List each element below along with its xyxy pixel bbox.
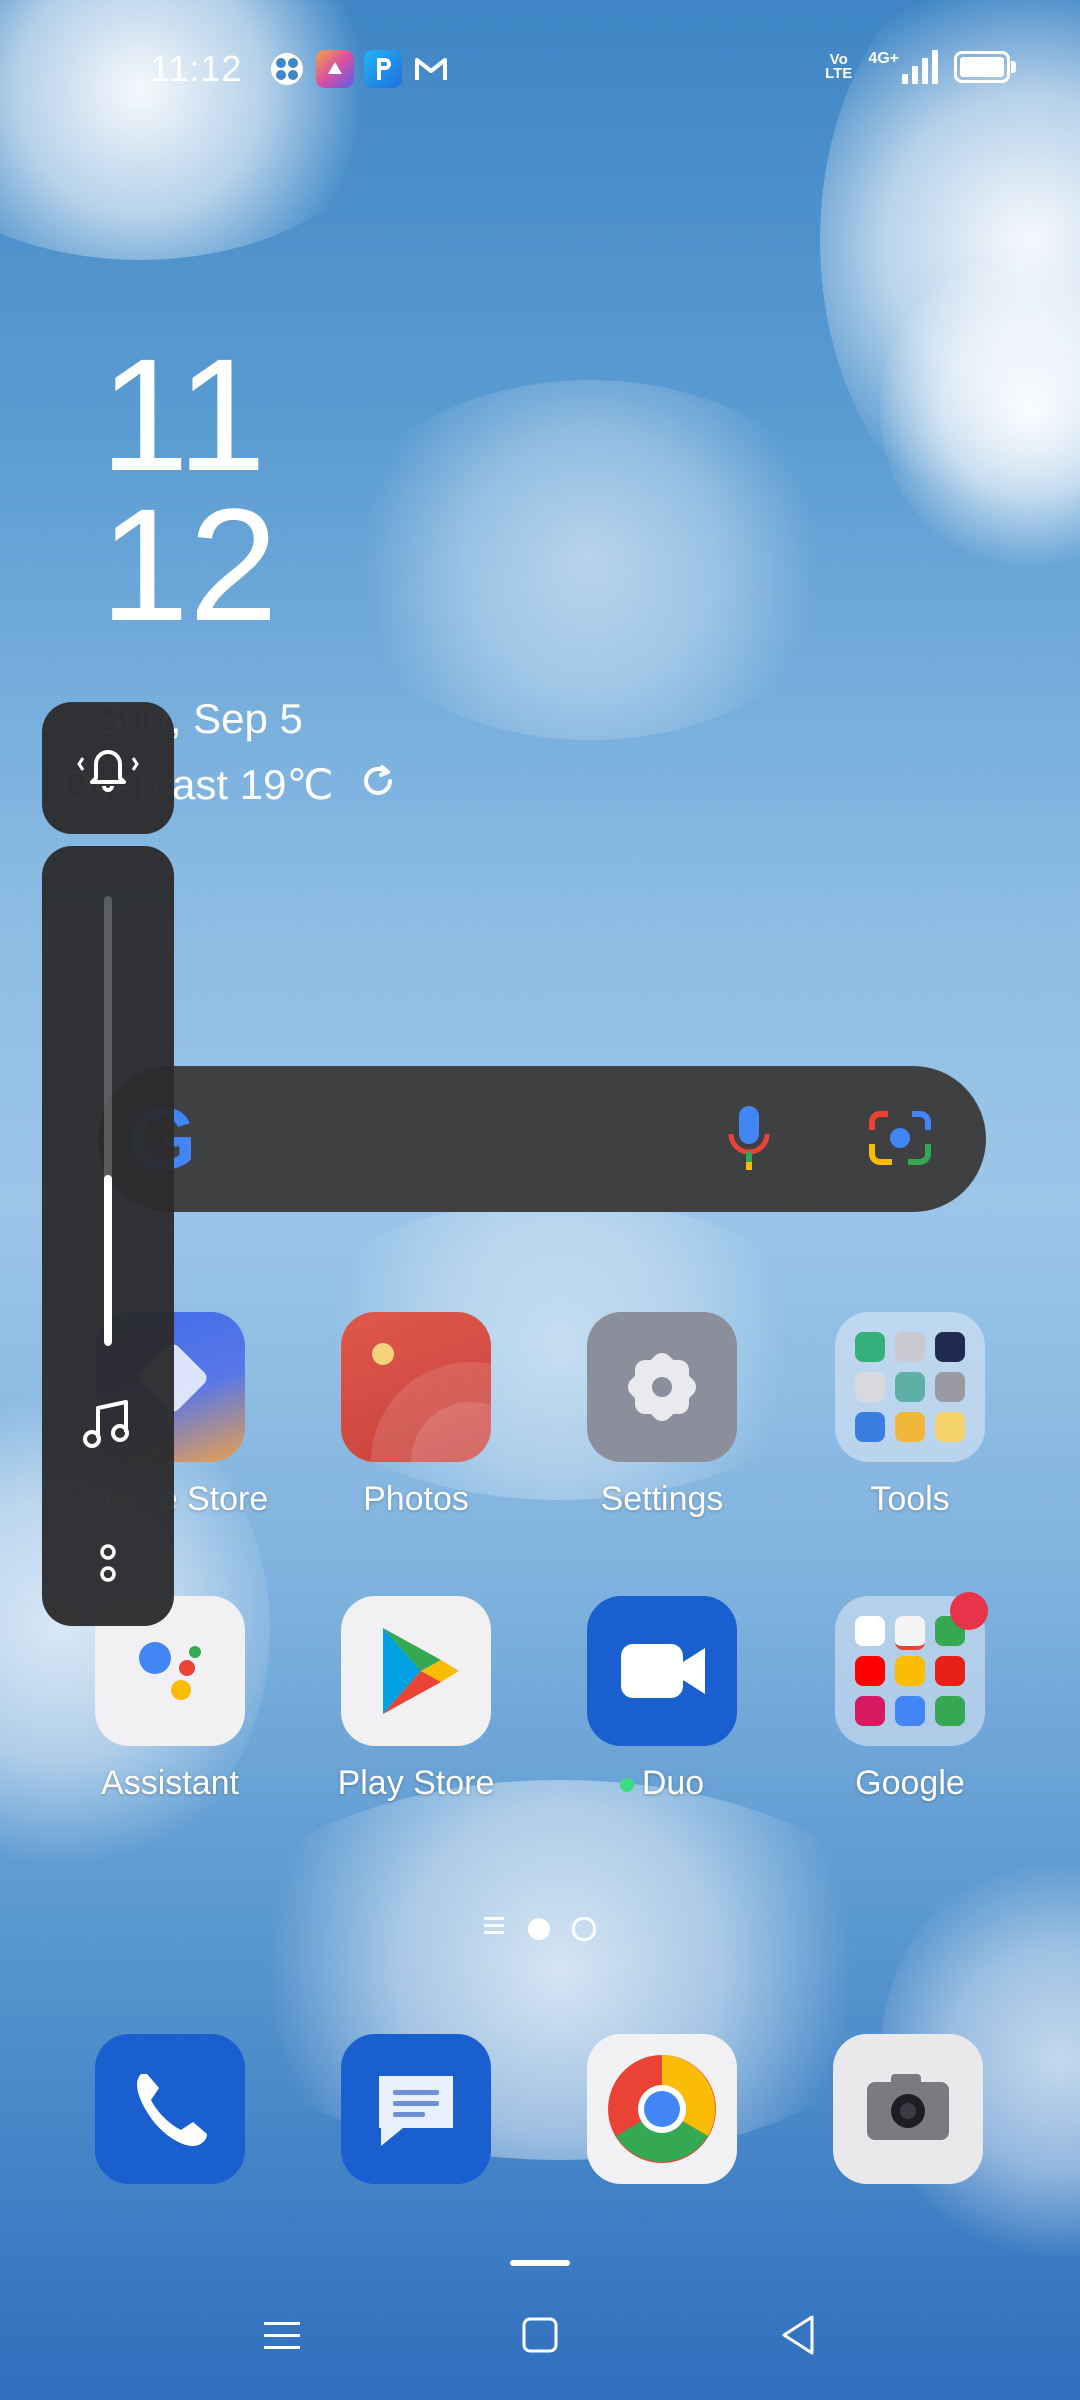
clock-widget[interactable]: 11 12: [100, 325, 278, 654]
app-label: Assistant: [101, 1764, 239, 1802]
signal-icon: [902, 50, 938, 84]
app-label: Play Store: [337, 1764, 495, 1802]
chrome-icon[interactable]: [587, 2034, 737, 2184]
tools-folder-icon: [835, 1312, 985, 1462]
vibrate-bell-icon: [73, 736, 143, 801]
lens-icon[interactable]: [868, 1108, 932, 1173]
recents-icon[interactable]: [262, 2318, 302, 2359]
phone-icon[interactable]: [95, 2034, 245, 2184]
refresh-icon[interactable]: [360, 761, 396, 809]
app-label: Photos: [363, 1480, 469, 1518]
app-tools-folder[interactable]: Tools: [800, 1312, 1020, 1519]
music-note-icon[interactable]: [80, 1396, 136, 1457]
battery-icon: [954, 51, 1016, 83]
page-dot[interactable]: [572, 1916, 596, 1941]
app-label: Duo: [552, 1764, 772, 1803]
page-indicator[interactable]: [482, 1915, 596, 1942]
status-right: Vo LTE 4G+: [825, 50, 1016, 84]
app-google-folder[interactable]: Google: [800, 1596, 1020, 1803]
app-settings[interactable]: Settings: [552, 1312, 772, 1519]
duo-icon: [587, 1596, 737, 1746]
app-drawer-list-icon[interactable]: [482, 1915, 506, 1942]
settings-icon: [587, 1312, 737, 1462]
paytm-icon: [364, 50, 402, 88]
network-type: 4G+: [868, 50, 899, 67]
app-label: Settings: [600, 1480, 724, 1518]
google-search-bar[interactable]: G: [98, 1066, 986, 1212]
app-photos[interactable]: Photos: [306, 1312, 526, 1519]
more-options-icon[interactable]: [96, 1542, 120, 1591]
app-label: Tools: [870, 1480, 950, 1518]
home-icon[interactable]: [520, 2315, 560, 2360]
app-duo[interactable]: Duo: [552, 1596, 772, 1803]
clock-minute: 12: [100, 475, 278, 654]
back-icon[interactable]: [778, 2313, 818, 2362]
pinwheel-icon: [268, 50, 306, 88]
volume-slider[interactable]: [104, 896, 112, 1346]
photo-app-icon: [316, 50, 354, 88]
clock-hour: 11: [100, 325, 267, 504]
online-dot: [619, 1778, 634, 1793]
volume-panel[interactable]: [42, 846, 174, 1626]
app-label: Google: [855, 1764, 965, 1802]
gmail-icon: [412, 50, 450, 88]
app-play-store[interactable]: Play Store: [306, 1596, 526, 1803]
notification-icons: [268, 50, 450, 88]
ringer-mode-button[interactable]: [42, 702, 174, 834]
gesture-pill[interactable]: [510, 2260, 570, 2266]
messages-icon[interactable]: [341, 2034, 491, 2184]
play-store-icon: [341, 1596, 491, 1746]
photos-icon: [341, 1312, 491, 1462]
camera-icon[interactable]: [833, 2034, 983, 2184]
app-assistant[interactable]: Assistant: [60, 1596, 280, 1803]
page-dot-active[interactable]: [528, 1917, 550, 1940]
notification-badge: [950, 1592, 988, 1630]
status-time: 11:12: [150, 48, 243, 89]
volte-icon: Vo LTE: [825, 51, 853, 82]
mic-icon[interactable]: [726, 1104, 772, 1179]
